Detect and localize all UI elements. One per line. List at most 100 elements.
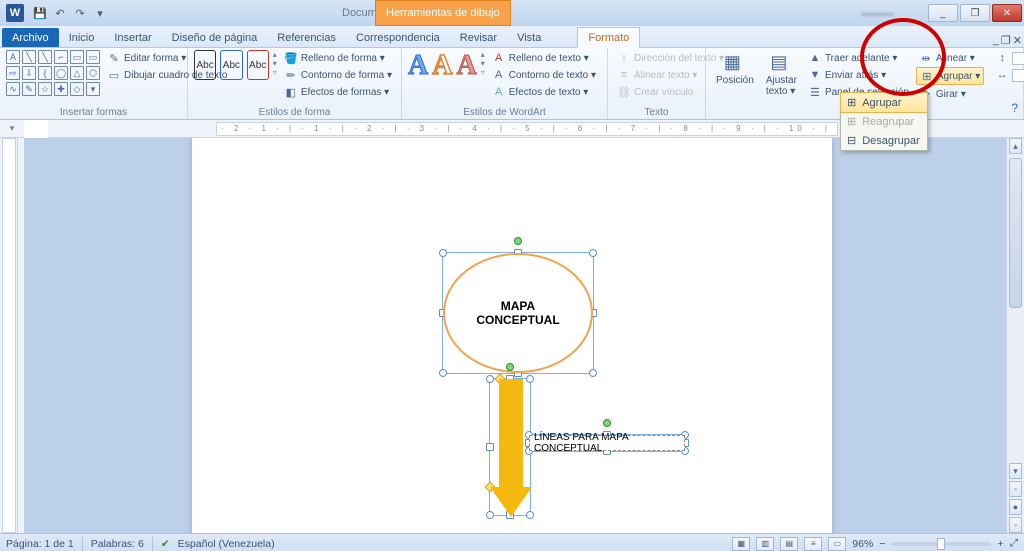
handle-tr[interactable] bbox=[589, 249, 597, 257]
proofing-icon[interactable]: ✔ bbox=[161, 538, 170, 550]
scroll-up-button[interactable]: ▴ bbox=[1009, 138, 1022, 154]
scroll-thumb[interactable] bbox=[1009, 158, 1022, 308]
qat-save-icon[interactable]: 💾 bbox=[32, 5, 48, 21]
ellipse-shape[interactable]: MAPA CONCEPTUAL bbox=[443, 253, 593, 373]
zoom-slider-thumb[interactable] bbox=[937, 538, 945, 550]
view-print-layout[interactable]: ▦ bbox=[732, 537, 750, 551]
status-words[interactable]: Palabras: 6 bbox=[91, 538, 144, 550]
shape-brace-icon[interactable]: { bbox=[38, 66, 52, 80]
browse-object-button[interactable]: ● bbox=[1009, 499, 1022, 515]
tab-mailings[interactable]: Correspondencia bbox=[346, 28, 450, 47]
doc-close-button[interactable]: ✕ bbox=[1013, 34, 1022, 47]
zoom-fit-button[interactable]: ⤢ bbox=[1010, 537, 1018, 550]
arrow-rotation-handle[interactable] bbox=[506, 363, 514, 371]
shape-effects-button[interactable]: ◧Efectos de formas ▾ bbox=[281, 84, 395, 100]
rotation-handle[interactable] bbox=[514, 237, 522, 245]
text-fill-button[interactable]: ARelleno de texto ▾ bbox=[489, 50, 599, 66]
align-button[interactable]: ⇹Alinear ▾ bbox=[916, 50, 984, 66]
zoom-level[interactable]: 96% bbox=[852, 538, 873, 550]
minimize-button[interactable]: _ bbox=[928, 4, 958, 22]
ribbon-minimize-button[interactable]: _ bbox=[993, 34, 999, 47]
tab-file[interactable]: Archivo bbox=[2, 28, 59, 47]
shape-more-icon[interactable]: ▾ bbox=[86, 82, 100, 96]
text-outline-button[interactable]: AContorno de texto ▾ bbox=[489, 67, 599, 83]
view-draft[interactable]: ▭ bbox=[828, 537, 846, 551]
wordart-preset-1[interactable]: A bbox=[408, 50, 428, 82]
styles-scroll-up[interactable]: ▴ bbox=[273, 50, 277, 59]
document-canvas[interactable]: MAPA CONCEPTUAL bbox=[24, 138, 1006, 533]
zoom-slider[interactable] bbox=[891, 542, 991, 546]
shape-arrowr-icon[interactable]: ⇨ bbox=[6, 66, 20, 80]
shape-style-preset-2[interactable]: Abc bbox=[220, 50, 242, 80]
view-full-screen[interactable]: ▥ bbox=[756, 537, 774, 551]
tab-insert[interactable]: Insertar bbox=[104, 28, 161, 47]
ellipse-selection[interactable]: MAPA CONCEPTUAL bbox=[442, 252, 594, 374]
shape-gallery[interactable]: A ╲ ╲ ⌐ ▭ ▭ ⇨ ⇩ { ◯ △ ⬡ ∿ ✎ ☆ ✚ ◇ ▾ bbox=[6, 50, 100, 96]
wordart-preset-3[interactable]: A bbox=[456, 50, 476, 82]
shape-fill-button[interactable]: 🪣Relleno de forma ▾ bbox=[281, 50, 395, 66]
shape-line2-icon[interactable]: ╲ bbox=[38, 50, 52, 64]
shape-tri-icon[interactable]: △ bbox=[70, 66, 84, 80]
group-menu-item-ungroup[interactable]: ⊟Desagrupar bbox=[841, 131, 927, 150]
arrow-selection[interactable] bbox=[489, 378, 531, 516]
status-page[interactable]: Página: 1 de 1 bbox=[6, 538, 74, 550]
width-field[interactable]: ↔ bbox=[992, 67, 1024, 83]
browse-prev-button[interactable]: ◦ bbox=[1009, 481, 1022, 497]
qat-customize-icon[interactable]: ▾ bbox=[92, 5, 108, 21]
qat-redo-icon[interactable]: ↷ bbox=[72, 5, 88, 21]
help-button[interactable]: ? bbox=[1011, 101, 1018, 115]
wrap-text-button[interactable]: ▤Ajustar texto ▾ bbox=[762, 50, 801, 99]
send-backward-button[interactable]: ▼Enviar atrás ▾ bbox=[805, 67, 912, 83]
wa-scroll-up[interactable]: ▴ bbox=[481, 50, 485, 59]
tab-page-layout[interactable]: Diseño de página bbox=[162, 28, 268, 47]
group-button[interactable]: ⊞Agrupar ▾ bbox=[916, 67, 984, 85]
shape-arrowd-icon[interactable]: ⇩ bbox=[22, 66, 36, 80]
shape-plus-icon[interactable]: ✚ bbox=[54, 82, 68, 96]
vertical-scrollbar[interactable]: ▴ ▾ ◦ ● ◦ bbox=[1006, 138, 1024, 533]
status-language[interactable]: Español (Venezuela) bbox=[178, 538, 275, 550]
maximize-button[interactable]: ❐ bbox=[960, 4, 990, 22]
styles-more[interactable]: ▿ bbox=[273, 68, 277, 77]
height-input[interactable] bbox=[1012, 52, 1024, 65]
bring-forward-button[interactable]: ▲Traer adelante ▾ bbox=[805, 50, 912, 66]
wordart-preset-2[interactable]: A bbox=[432, 50, 452, 82]
view-web-layout[interactable]: ▤ bbox=[780, 537, 798, 551]
qat-undo-icon[interactable]: ↶ bbox=[52, 5, 68, 21]
textbox-shape[interactable]: LÍNEAS PARA MAPA CONCEPTUAL bbox=[529, 435, 685, 451]
styles-scroll-down[interactable]: ▾ bbox=[273, 59, 277, 68]
handle-br[interactable] bbox=[589, 369, 597, 377]
wa-more[interactable]: ▿ bbox=[481, 68, 485, 77]
shape-ellipse-icon[interactable]: ◯ bbox=[54, 66, 68, 80]
text-effects-button[interactable]: AEfectos de texto ▾ bbox=[489, 84, 599, 100]
down-arrow-shape[interactable] bbox=[490, 379, 530, 515]
browse-next-button[interactable]: ◦ bbox=[1009, 517, 1022, 533]
shape-free-icon[interactable]: ✎ bbox=[22, 82, 36, 96]
tab-format[interactable]: Formato bbox=[577, 27, 640, 48]
tab-home[interactable]: Inicio bbox=[59, 28, 105, 47]
shape-star-icon[interactable]: ☆ bbox=[38, 82, 52, 96]
shape-callout-icon[interactable]: ◇ bbox=[70, 82, 84, 96]
shape-outline-button[interactable]: ✏Contorno de forma ▾ bbox=[281, 67, 395, 83]
vertical-ruler[interactable] bbox=[0, 138, 18, 533]
shape-rect2-icon[interactable]: ▭ bbox=[86, 50, 100, 64]
shape-style-preset-3[interactable]: Abc bbox=[247, 50, 269, 80]
shape-connector-icon[interactable]: ⌐ bbox=[54, 50, 68, 64]
shape-rect-icon[interactable]: ▭ bbox=[70, 50, 84, 64]
shape-style-preset-1[interactable]: Abc bbox=[194, 50, 216, 80]
textbox-rotation-handle[interactable] bbox=[603, 419, 611, 427]
handle-tl[interactable] bbox=[439, 249, 447, 257]
shape-textbox-icon[interactable]: A bbox=[6, 50, 20, 64]
tab-view[interactable]: Vista bbox=[507, 28, 551, 47]
shape-hex-icon[interactable]: ⬡ bbox=[86, 66, 100, 80]
width-input[interactable] bbox=[1012, 69, 1024, 82]
view-outline[interactable]: ≡ bbox=[804, 537, 822, 551]
shape-line-icon[interactable]: ╲ bbox=[22, 50, 36, 64]
tab-references[interactable]: Referencias bbox=[267, 28, 346, 47]
position-button[interactable]: ▦Posición bbox=[712, 50, 758, 88]
wa-scroll-down[interactable]: ▾ bbox=[481, 59, 485, 68]
group-menu-item-group[interactable]: ⊞Agrupar bbox=[840, 92, 928, 113]
scroll-down-button[interactable]: ▾ bbox=[1009, 463, 1022, 479]
close-button[interactable]: ✕ bbox=[992, 4, 1022, 22]
zoom-in-button[interactable]: + bbox=[997, 538, 1003, 550]
tab-review[interactable]: Revisar bbox=[450, 28, 507, 47]
